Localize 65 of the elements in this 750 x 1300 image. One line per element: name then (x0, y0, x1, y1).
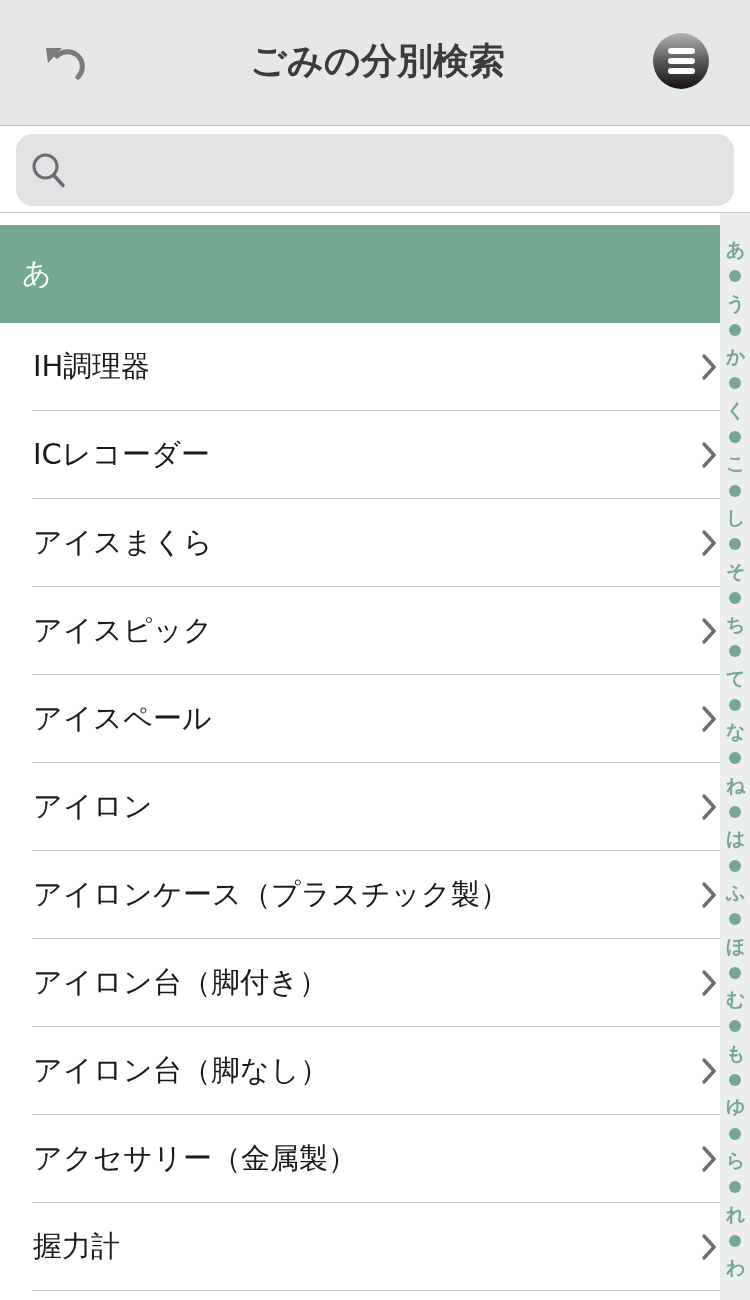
index-letter[interactable]: も (725, 1039, 745, 1067)
index-letter[interactable]: く (725, 396, 745, 424)
index-dot-icon (729, 430, 741, 443)
index-dot-icon (729, 1181, 741, 1194)
chevron-icon (702, 618, 716, 644)
list-item[interactable]: アクセサリー（金属製） (32, 1115, 720, 1203)
index-letter[interactable]: か (725, 343, 745, 370)
search-icon (32, 152, 65, 188)
list-item[interactable]: アイロン台（脚なし） (32, 1027, 720, 1115)
index-dot-icon (729, 1127, 741, 1140)
list-item[interactable]: アイスまくら (32, 499, 720, 587)
index-letter[interactable]: し (725, 503, 745, 531)
chevron-icon (702, 882, 716, 908)
index-letter[interactable]: ゆ (725, 1093, 745, 1121)
index-dot-icon (729, 645, 741, 658)
index-letter[interactable]: ち (725, 611, 745, 638)
index-dot-icon (729, 806, 741, 819)
chevron-icon (702, 794, 716, 820)
list-item[interactable]: ICレコーダー (32, 411, 720, 499)
index-letter[interactable]: ふ (725, 879, 745, 906)
chevron-icon (702, 970, 716, 996)
chevron-icon (702, 354, 716, 380)
index-dot-icon (729, 591, 741, 604)
index-letter[interactable]: む (725, 986, 745, 1014)
index-letter[interactable]: こ (725, 450, 745, 478)
list-item[interactable]: アイロン台（脚付き） (32, 939, 720, 1027)
index-dot-icon (729, 913, 741, 926)
chevron-icon (702, 442, 716, 468)
section-header: あ (0, 225, 720, 323)
index-dot-icon (729, 323, 741, 336)
index-letter[interactable]: ほ (725, 932, 745, 960)
index-letter[interactable]: ね (725, 771, 745, 799)
index-dot-icon (729, 538, 741, 551)
list-item[interactable]: 握力計 (32, 1203, 720, 1291)
index-letter[interactable]: な (725, 718, 745, 746)
index-letter[interactable]: そ (725, 557, 745, 585)
chevron-icon (702, 706, 716, 732)
index-letter[interactable]: ら (725, 1147, 745, 1174)
index-dot-icon (729, 270, 741, 283)
chevron-icon (702, 1234, 716, 1260)
index-dot-icon (729, 484, 741, 497)
index-letter[interactable]: あ (725, 235, 745, 263)
index-letter[interactable]: れ (725, 1200, 745, 1228)
chevron-icon (702, 1058, 716, 1084)
index-dot-icon (729, 966, 741, 979)
list-item[interactable]: IH調理器 (32, 323, 720, 411)
list-item[interactable]: アイスピック (32, 587, 720, 675)
list-item[interactable]: アイスペール (32, 675, 720, 763)
index-letter[interactable]: て (725, 664, 745, 692)
index-dot-icon (729, 1020, 741, 1033)
index-letter[interactable]: は (725, 825, 745, 853)
list-item[interactable]: アイロン (32, 763, 720, 851)
chevron-icon (702, 530, 716, 556)
index-dot-icon (729, 698, 741, 711)
index-letter[interactable]: わ (725, 1254, 745, 1282)
index-dot-icon (729, 859, 741, 872)
list-item[interactable]: アイロンケース（プラスチック製） (32, 851, 720, 939)
search-field[interactable] (16, 134, 734, 206)
index-dot-icon (729, 1074, 741, 1087)
index-dot-icon (729, 377, 741, 390)
index-letter[interactable]: う (725, 289, 745, 317)
index-dot-icon (729, 1234, 741, 1247)
app-title: ごみの分別検索 (249, 39, 505, 83)
chevron-icon (702, 1146, 716, 1172)
index-dot-icon (729, 752, 741, 765)
